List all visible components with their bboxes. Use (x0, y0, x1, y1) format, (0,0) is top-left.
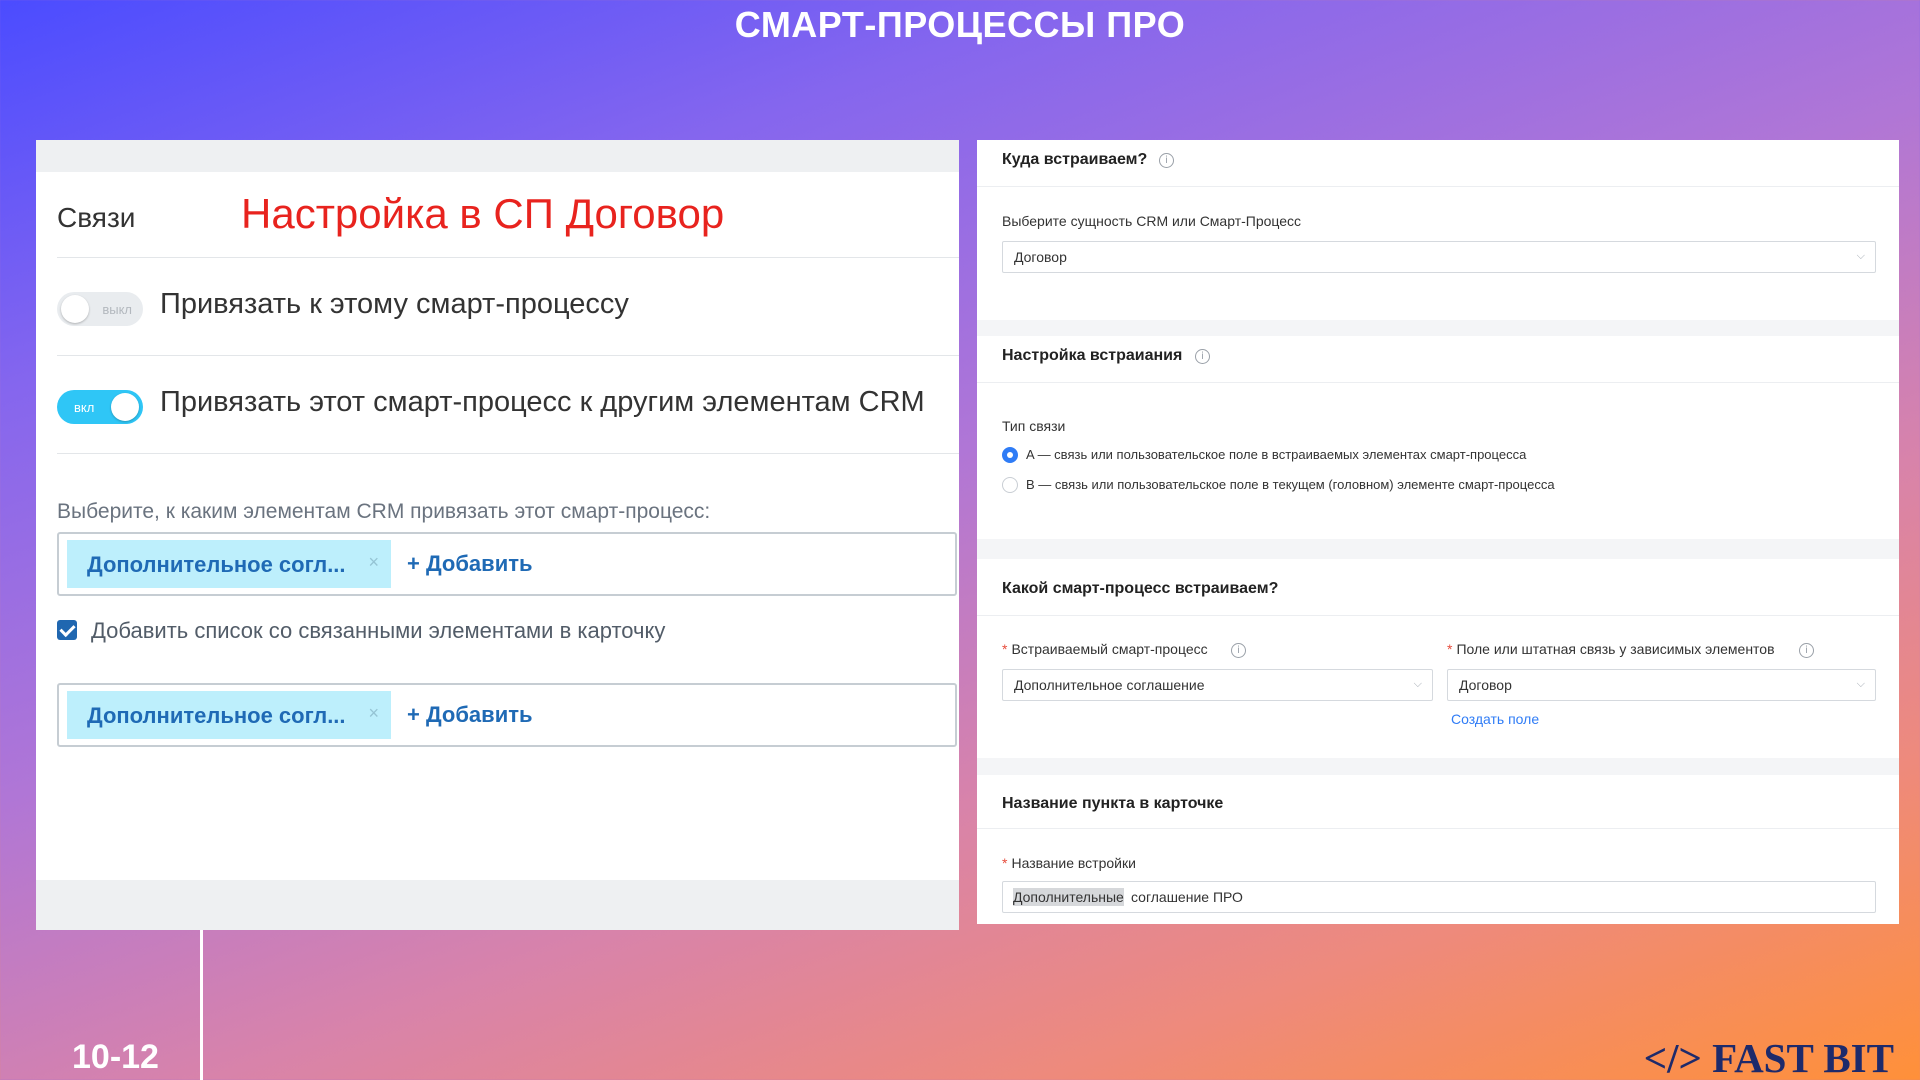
section-header: Настройка встраиания i (977, 336, 1899, 383)
footer-divider (200, 930, 203, 1080)
toggle-knob (61, 295, 89, 323)
fast-bit-logo: </> FAST BIT (1643, 1035, 1894, 1080)
toggle-knob (111, 393, 139, 421)
chevron-down-icon: ⌵ (1856, 249, 1865, 262)
toggle-row-bind-to-crm: вкл Привязать этот смарт-процесс к други… (57, 356, 959, 454)
chevron-down-icon: ⌵ (1856, 677, 1865, 690)
crm-elements-selector[interactable]: Дополнительное согл... × + Добавить (57, 532, 957, 596)
chevron-down-icon: ⌵ (1413, 677, 1422, 690)
option-label: B — связь или пользовательское поле в те… (1026, 477, 1555, 492)
section-title: Связи (57, 202, 136, 233)
embedded-process-select[interactable]: Дополнительное соглашение ⌵ (1002, 669, 1433, 701)
section-header: Название пункта в карточке (977, 775, 1899, 829)
create-field-link[interactable]: Создать поле (1451, 711, 1539, 727)
dependent-field-select[interactable]: Договор ⌵ (1447, 669, 1876, 701)
info-icon[interactable]: i (1195, 349, 1210, 364)
section-header: Какой смарт-процесс встраиваем? (977, 559, 1899, 616)
add-list-checkbox-label: Добавить список со связанными элементами… (91, 618, 666, 643)
page-number: 10-12 (72, 1038, 159, 1076)
toggle-label: Привязать к этому смарт-процессу (160, 288, 629, 320)
dependent-field-label: * Поле или штатная связь у зависимых элем… (1447, 641, 1775, 657)
link-type-label: Тип связи (1002, 418, 1066, 434)
radio-button[interactable] (1002, 447, 1018, 463)
add-element-link[interactable]: + Добавить (407, 702, 533, 728)
links-settings-panel: Связи Настройка в СП Договор выкл Привяз… (36, 140, 959, 930)
toggle-state-label: выкл (102, 302, 132, 317)
toggle-label: Привязать этот смарт-процесс к другим эл… (160, 386, 925, 418)
close-icon[interactable]: × (368, 552, 379, 573)
which-process-section: Какой смарт-процесс встраиваем? * Встраив… (977, 559, 1899, 758)
toggle-row-bind-to-this: выкл Привязать к этому смарт-процессу (57, 258, 959, 356)
embedded-process-label: * Встраиваемый смарт-процесс (1002, 641, 1208, 657)
info-icon[interactable]: i (1159, 153, 1174, 168)
select-value: Дополнительное соглашение (1014, 677, 1205, 693)
select-value: Договор (1459, 677, 1512, 693)
close-icon[interactable]: × (368, 703, 379, 724)
input-text: соглашение ПРО (1131, 889, 1243, 905)
where-section: Куда встраиваем? i Выберите сущность CRM… (977, 140, 1899, 320)
slide-title: СМАРТ-ПРОЦЕССЫ ПРО (734, 4, 1186, 45)
section-title: Куда встраиваем? (1002, 151, 1148, 168)
entity-select[interactable]: Договор ⌵ (1002, 241, 1876, 273)
select-value: Договор (1014, 249, 1067, 265)
add-list-checkbox[interactable] (57, 620, 77, 640)
section-header: Куда встраиваем? i (977, 140, 1899, 187)
radio-button[interactable] (1002, 477, 1018, 493)
info-icon[interactable]: i (1799, 643, 1814, 658)
section-title: Настройка встраиания (1002, 347, 1183, 364)
embed-settings-section: Настройка встраиания i Тип связи A — свя… (977, 336, 1899, 539)
bind-to-this-toggle[interactable]: выкл (57, 292, 143, 326)
embed-name-input[interactable]: Дополнительные соглашение ПРО (1002, 881, 1876, 913)
option-label: A — связь или пользовательское поле в вс… (1026, 447, 1527, 462)
tag-label: Дополнительное согл... (87, 552, 346, 577)
info-icon[interactable]: i (1231, 643, 1246, 658)
bind-to-crm-toggle[interactable]: вкл (57, 390, 143, 424)
selected-tag: Дополнительное согл... × (67, 540, 391, 588)
entity-field-label: Выберите сущность CRM или Смарт-Процесс (1002, 213, 1302, 229)
setup-title: Настройка в СП Договор (241, 190, 725, 237)
links-header: Связи Настройка в СП Договор (57, 172, 959, 258)
card-name-section: Название пункта в карточке * Название вст… (977, 775, 1899, 924)
panel-top-strip (36, 140, 959, 172)
selected-tag: Дополнительное согл... × (67, 691, 391, 739)
toggle-state-label: вкл (74, 400, 95, 415)
card-list-selector[interactable]: Дополнительное согл... × + Добавить (57, 683, 957, 747)
add-element-link[interactable]: + Добавить (407, 551, 533, 577)
section-title: Название пункта в карточке (1002, 795, 1224, 812)
tag-label: Дополнительное согл... (87, 703, 346, 728)
choose-crm-elements-label: Выберите, к каким элементам CRM привязат… (57, 500, 711, 523)
embed-name-label: * Название встройки (1002, 855, 1136, 871)
selected-text: Дополнительные (1013, 888, 1124, 906)
section-title: Какой смарт-процесс встраиваем? (1002, 580, 1279, 597)
panel-bottom-strip (36, 880, 959, 930)
embed-settings-panel: Куда встраиваем? i Выберите сущность CRM… (977, 140, 1899, 924)
